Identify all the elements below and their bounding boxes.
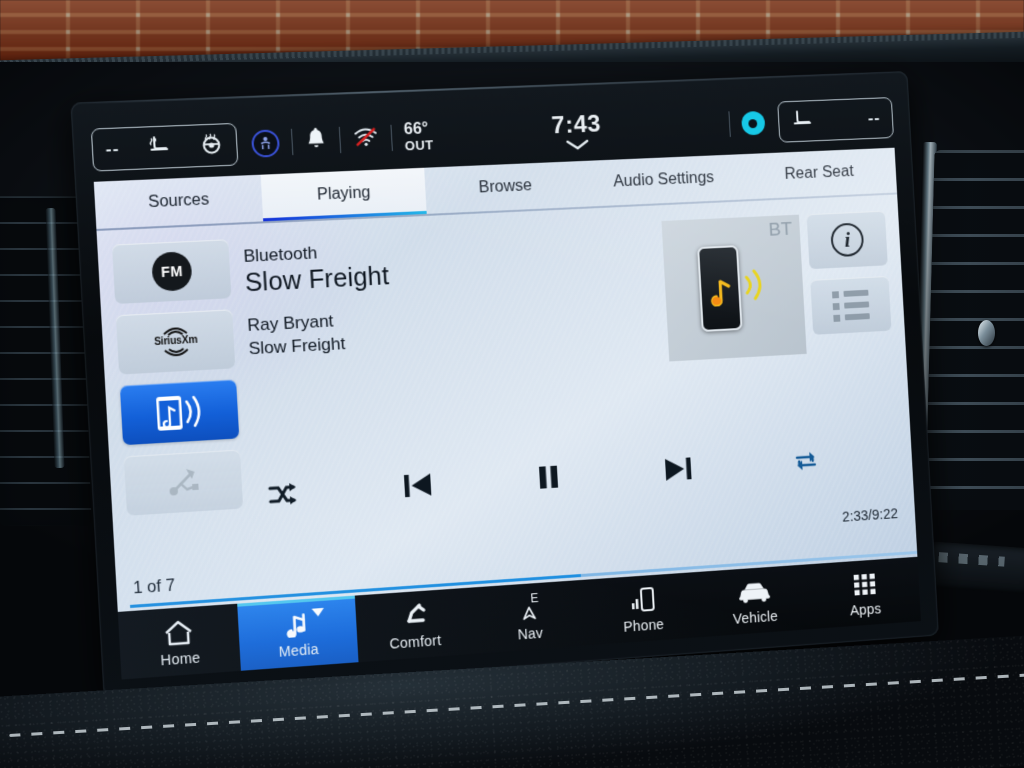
temperature-value: 66°	[403, 121, 433, 139]
bell-icon[interactable]	[304, 126, 328, 156]
nav-label: Apps	[850, 600, 882, 618]
clock-group[interactable]: 7:43	[551, 110, 603, 151]
album-art-column: BT	[661, 206, 824, 541]
heated-seat-icon[interactable]	[145, 132, 174, 163]
seat-comfort-icon	[398, 599, 430, 629]
source-button-bluetooth[interactable]	[120, 379, 239, 445]
info-icon: i	[830, 222, 864, 257]
driver-seat-temp: --	[105, 139, 120, 160]
nav-label: Comfort	[389, 631, 442, 651]
repeat-button[interactable]	[791, 447, 821, 474]
tab-label: Browse	[478, 177, 532, 197]
passenger-climate-box[interactable]: --	[777, 97, 894, 143]
previous-track-button[interactable]	[399, 469, 435, 501]
now-playing-info: Bluetooth Slow Freight Ray Bryant Slow F…	[228, 213, 680, 570]
console-buttons[interactable]	[929, 542, 1024, 595]
nav-item-vehicle[interactable]: Vehicle	[697, 564, 812, 637]
nav-label: Vehicle	[732, 607, 778, 626]
nav-item-comfort[interactable]: Comfort	[355, 588, 475, 663]
passenger-seat-icon[interactable]	[790, 106, 817, 135]
next-track-button[interactable]	[660, 453, 695, 485]
nav-item-media[interactable]: Media	[237, 596, 358, 671]
passenger-seat-temp: --	[867, 108, 881, 128]
phone-music-icon	[697, 245, 742, 332]
nav-label: Home	[160, 649, 201, 668]
page-indicator: 1 of 7	[133, 577, 176, 598]
album-art: BT	[661, 215, 806, 362]
fm-icon: FM	[151, 251, 193, 292]
nav-item-home[interactable]: Home	[118, 604, 241, 680]
tab-label: Audio Settings	[613, 169, 715, 191]
clock: 7:43	[551, 110, 602, 140]
media-playing-panel: FM SiriusXm Bluetooth Slow Freight Ray B…	[96, 192, 915, 579]
nav-item-nav[interactable]: E Nav	[470, 580, 588, 654]
air-vent-knob[interactable]	[978, 320, 995, 346]
nav-label: Media	[278, 640, 319, 659]
compass-heading: E	[530, 591, 539, 604]
driver-climate-box[interactable]: --	[91, 123, 239, 172]
wifi-off-icon[interactable]	[352, 125, 380, 153]
chevron-down-icon[interactable]	[552, 138, 602, 151]
album-art-badge: BT	[768, 219, 793, 242]
sound-waves-icon	[741, 256, 771, 317]
air-vent-right	[925, 150, 1024, 510]
temperature-label: OUT	[404, 138, 434, 152]
music-note-icon	[282, 607, 312, 637]
car-interior-scene: -- 66° OUT 7:43 -- Sources Playing Brows…	[0, 0, 1024, 768]
chevron-down-icon[interactable]	[312, 607, 325, 616]
bluetooth-audio-icon	[152, 391, 208, 433]
compass-icon: E	[518, 591, 539, 620]
source-list: FM SiriusXm	[112, 233, 247, 578]
source-button-fm[interactable]: FM	[112, 239, 232, 304]
nav-item-phone[interactable]: Phone	[584, 572, 700, 645]
passenger-airbag-icon[interactable]	[251, 129, 280, 157]
pause-button[interactable]	[534, 461, 563, 493]
nav-item-apps[interactable]: Apps	[808, 557, 921, 629]
tab-audio-settings[interactable]: Audio Settings	[584, 154, 743, 206]
siriusxm-icon: SiriusXm	[153, 322, 198, 361]
tab-label: Playing	[317, 184, 371, 205]
phone-signal-icon	[627, 583, 658, 613]
info-button[interactable]: i	[807, 211, 888, 270]
usb-icon	[163, 464, 204, 501]
home-icon	[163, 615, 196, 646]
source-button-usb[interactable]	[124, 450, 243, 516]
list-icon	[832, 289, 870, 321]
tab-label: Sources	[148, 191, 210, 212]
fm-label: FM	[161, 263, 184, 280]
touchscreen[interactable]: Sources Playing Browse Audio Settings Re…	[94, 148, 918, 612]
tab-rear-seat[interactable]: Rear Seat	[741, 148, 897, 200]
side-action-buttons: i	[806, 203, 902, 532]
tab-browse[interactable]: Browse	[424, 161, 587, 214]
track-list-button[interactable]	[810, 276, 891, 335]
infotainment-head-unit: -- 66° OUT 7:43 -- Sources Playing Brows…	[70, 71, 938, 697]
car-icon	[735, 575, 773, 605]
tab-sources[interactable]: Sources	[94, 175, 263, 229]
alexa-icon[interactable]	[741, 111, 765, 136]
tab-playing[interactable]: Playing	[260, 168, 426, 222]
tab-label: Rear Seat	[784, 163, 854, 184]
nav-label: Phone	[623, 616, 665, 635]
heated-steering-wheel-icon[interactable]	[198, 130, 224, 160]
outside-temperature: 66° OUT	[403, 121, 433, 152]
nav-label: Nav	[517, 624, 543, 642]
source-button-siriusxm[interactable]: SiriusXm	[116, 309, 235, 374]
grid-apps-icon	[850, 568, 878, 597]
shuffle-button[interactable]	[266, 480, 298, 508]
